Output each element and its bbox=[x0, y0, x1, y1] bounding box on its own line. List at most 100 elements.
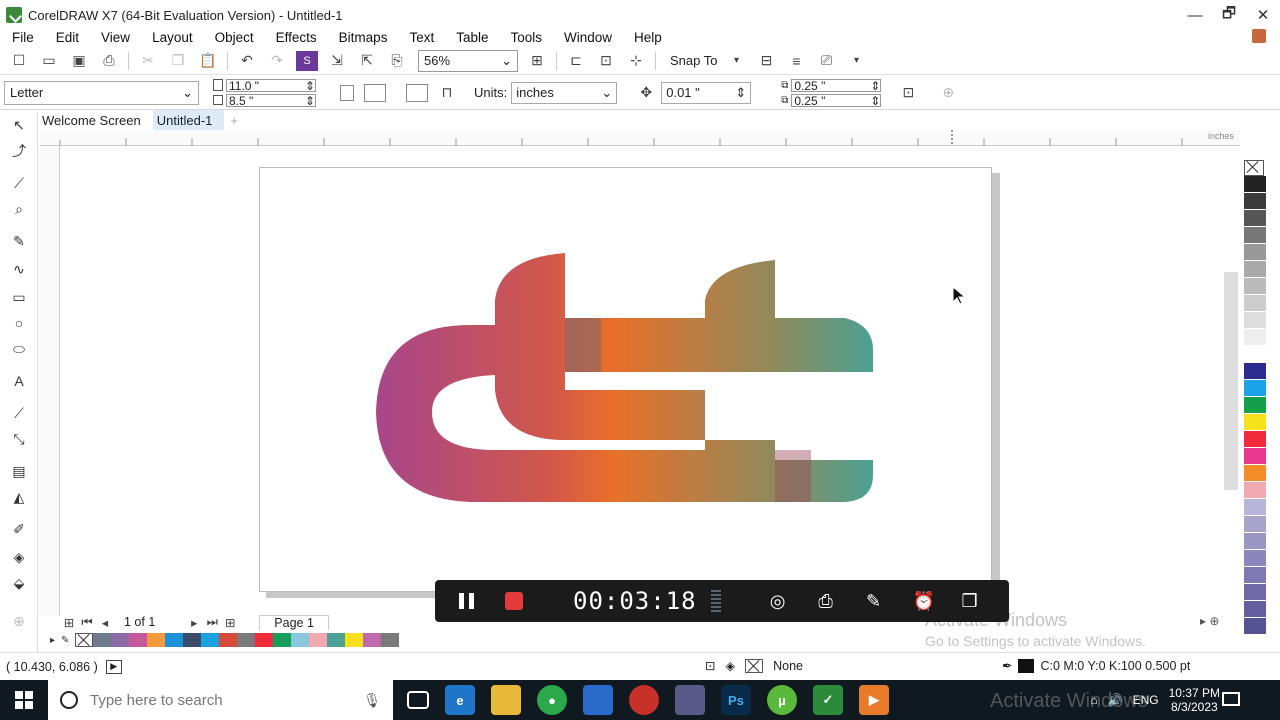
menu-edit[interactable]: Edit bbox=[56, 30, 79, 45]
fill-type-icon[interactable]: ⊡ bbox=[705, 658, 715, 673]
open-folder-icon[interactable]: ▭ bbox=[38, 51, 60, 71]
pause-button[interactable] bbox=[459, 593, 479, 609]
ellipse-tool-icon[interactable]: ○ bbox=[9, 314, 29, 332]
palette-swatch[interactable] bbox=[1244, 210, 1266, 227]
document-palette-swatch[interactable] bbox=[327, 633, 346, 647]
search-content-icon[interactable]: S bbox=[296, 50, 318, 71]
pick-tool-icon[interactable]: ↖ bbox=[9, 116, 29, 134]
document-palette-swatch[interactable] bbox=[129, 633, 148, 647]
application-launcher-icon[interactable]: ≡ bbox=[785, 51, 807, 71]
palette-swatch[interactable] bbox=[1244, 414, 1266, 431]
shape-tool-icon[interactable]: ⤴ bbox=[9, 142, 29, 160]
show-guidelines-icon[interactable]: ⊹ bbox=[625, 51, 647, 71]
palette-swatch[interactable] bbox=[1244, 516, 1266, 533]
units-select[interactable]: inches ⌄ bbox=[511, 81, 618, 104]
text-tool-icon[interactable]: A bbox=[9, 372, 29, 390]
eyedropper-icon[interactable]: ✎ bbox=[61, 635, 69, 646]
first-page-icon[interactable]: ⏮ bbox=[78, 615, 96, 630]
play-icon[interactable]: ▶ bbox=[105, 659, 122, 674]
palette-swatch[interactable] bbox=[1244, 227, 1266, 244]
recorder-app-icon[interactable] bbox=[629, 685, 659, 715]
new-document-icon[interactable]: ☐ bbox=[8, 51, 30, 71]
chrome-icon[interactable]: ● bbox=[537, 685, 567, 715]
next-page-icon[interactable]: ▸ bbox=[185, 615, 203, 630]
document-palette-swatch[interactable] bbox=[147, 633, 166, 647]
smart-fill-tool-icon[interactable]: ⬙ bbox=[9, 574, 29, 592]
document-palette-swatch[interactable] bbox=[183, 633, 202, 647]
document-palette-swatch[interactable] bbox=[291, 633, 310, 647]
task-view-icon[interactable] bbox=[407, 691, 429, 709]
menu-file[interactable]: File bbox=[12, 30, 34, 45]
palette-swatch[interactable] bbox=[1244, 448, 1266, 465]
palette-swatch[interactable] bbox=[1244, 397, 1266, 414]
menu-tools[interactable]: Tools bbox=[511, 30, 543, 45]
menu-window[interactable]: Window bbox=[564, 30, 612, 45]
palette-swatch[interactable] bbox=[1244, 346, 1266, 363]
store-icon[interactable] bbox=[583, 685, 613, 715]
zoom-level-select[interactable]: 56% ⌄ bbox=[418, 49, 518, 72]
document-palette-swatch[interactable] bbox=[165, 633, 184, 647]
document-palette-swatch[interactable] bbox=[111, 633, 130, 647]
palette-swatch[interactable] bbox=[1244, 244, 1266, 261]
outline-color-swatch[interactable] bbox=[1018, 658, 1035, 673]
palette-swatch[interactable] bbox=[1244, 465, 1266, 482]
page-width-input[interactable]: 11.0 " ⇕ bbox=[226, 78, 316, 92]
media-player-icon[interactable]: ▶ bbox=[859, 685, 889, 715]
show-grid-icon[interactable]: ⊡ bbox=[595, 51, 617, 71]
add-page-icon[interactable]: ⊞ bbox=[60, 615, 78, 630]
menu-text[interactable]: Text bbox=[409, 30, 434, 45]
document-palette-swatch[interactable] bbox=[219, 633, 238, 647]
freehand-tool-icon[interactable]: ✎ bbox=[9, 232, 29, 250]
system-clock[interactable]: 10:37 PM 8/3/2023 bbox=[1169, 686, 1220, 714]
options-icon[interactable]: ⊟ bbox=[755, 51, 777, 71]
fill-bucket-icon[interactable]: ◈ bbox=[725, 658, 735, 673]
menu-object[interactable]: Object bbox=[215, 30, 254, 45]
connector-tool-icon[interactable]: ⤡ bbox=[9, 430, 29, 448]
paper-size-select[interactable]: Letter ⌄ bbox=[4, 80, 199, 105]
timer-icon[interactable]: ⏰ bbox=[913, 591, 935, 612]
scrollbar-thumb[interactable] bbox=[1224, 272, 1238, 490]
polygon-tool-icon[interactable]: ⬭ bbox=[9, 340, 29, 358]
start-button[interactable] bbox=[0, 680, 48, 720]
spinner-icon[interactable]: ⇕ bbox=[870, 95, 880, 107]
export-icon[interactable]: ⇱ bbox=[356, 51, 378, 71]
palette-swatch[interactable] bbox=[1244, 499, 1266, 516]
show-rulers-icon[interactable]: ⊏ bbox=[565, 51, 587, 71]
interactive-fill-tool-icon[interactable]: ◈ bbox=[9, 548, 29, 566]
menu-layout[interactable]: Layout bbox=[152, 30, 193, 45]
palette-swatch[interactable] bbox=[1244, 193, 1266, 210]
stop-button[interactable] bbox=[505, 592, 523, 610]
palette-arrow-icon[interactable]: ▸ bbox=[50, 635, 55, 646]
scroll-right-icon[interactable]: ▸ ⊕ bbox=[1200, 614, 1219, 628]
chevron-down-icon[interactable]: ▾ bbox=[725, 51, 747, 71]
microphone-icon[interactable]: 🎙 bbox=[363, 692, 381, 709]
last-page-icon[interactable]: ⏭ bbox=[203, 615, 221, 630]
document-palette-swatch[interactable] bbox=[93, 633, 112, 647]
tab-welcome-screen[interactable]: Welcome Screen bbox=[38, 110, 153, 130]
chevron-down-icon[interactable]: ▾ bbox=[845, 51, 867, 71]
vertical-ruler[interactable] bbox=[38, 146, 60, 616]
pen-annotate-icon[interactable]: ✎ bbox=[865, 591, 883, 612]
menu-effects[interactable]: Effects bbox=[276, 30, 317, 45]
palette-swatch[interactable] bbox=[1244, 312, 1266, 329]
menu-help[interactable]: Help bbox=[634, 30, 662, 45]
add-tool-icon[interactable]: ⊕ bbox=[9, 612, 29, 630]
spinner-icon[interactable]: ⇕ bbox=[870, 80, 880, 92]
palette-swatch[interactable] bbox=[1244, 584, 1266, 601]
tab-untitled-1[interactable]: Untitled-1 bbox=[152, 110, 225, 130]
import-icon[interactable]: ⇲ bbox=[326, 51, 348, 71]
transparency-tool-icon[interactable]: ◭ bbox=[9, 488, 29, 506]
file-explorer-icon[interactable] bbox=[491, 685, 521, 715]
document-palette-swatch[interactable] bbox=[255, 633, 274, 647]
page-height-input[interactable]: 8.5 " ⇕ bbox=[226, 93, 316, 107]
quick-customize-icon[interactable]: ⎚ bbox=[815, 51, 837, 71]
spinner-icon[interactable]: ⇕ bbox=[735, 85, 746, 101]
nudge-distance-input[interactable]: 0.01 " ⇕ bbox=[661, 81, 752, 104]
dup-y-input[interactable]: 0.25 " ⇕ bbox=[791, 93, 882, 107]
vertical-scrollbar[interactable] bbox=[1222, 150, 1240, 620]
palette-swatch[interactable] bbox=[1244, 380, 1266, 397]
pen-icon[interactable]: ✒ bbox=[1002, 658, 1012, 673]
minimize-button[interactable]: — bbox=[1178, 0, 1212, 30]
palette-swatch[interactable] bbox=[1244, 550, 1266, 567]
document-palette-swatch[interactable] bbox=[201, 633, 220, 647]
